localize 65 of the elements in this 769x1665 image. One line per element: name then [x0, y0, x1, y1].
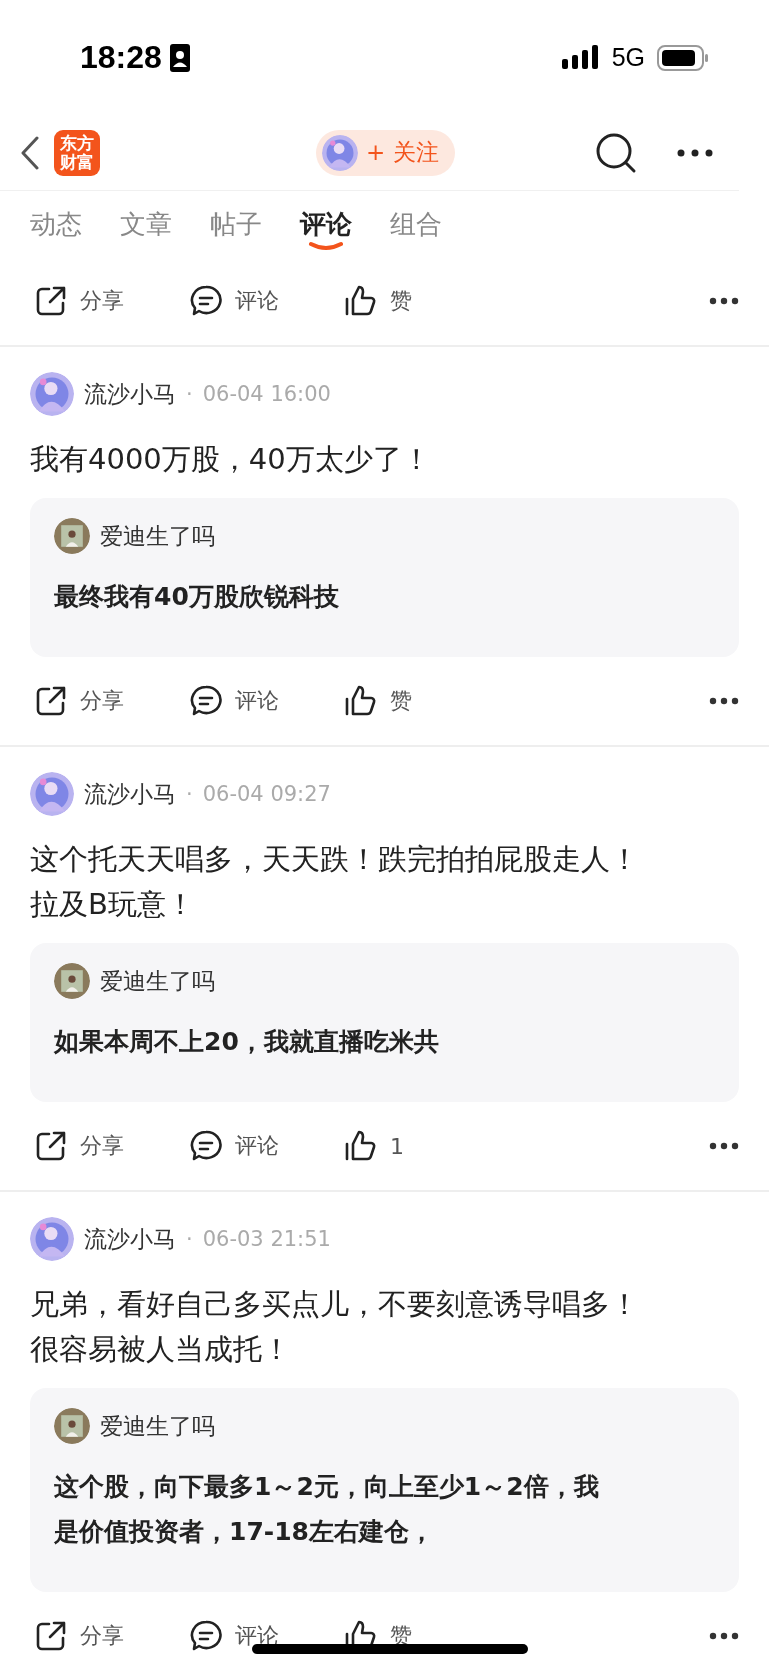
thumbs-up-icon: [344, 1129, 378, 1163]
share-button[interactable]: 分享: [34, 284, 189, 318]
post-time: 06-03 21:51: [202, 1227, 331, 1251]
share-button[interactable]: 分享: [34, 1129, 189, 1163]
separator-dot: ·: [186, 382, 193, 406]
quoted-text: 最终我有40万股欣锐科技: [54, 581, 340, 613]
share-button[interactable]: 分享: [34, 684, 189, 718]
more-icon[interactable]: [709, 697, 739, 705]
author-name[interactable]: 爱迪生了吗: [100, 965, 215, 997]
comment-text: 这个托天天唱多，天天跌！跌完拍拍屁股走人！拉及B玩意！: [30, 841, 640, 923]
avatar[interactable]: [54, 1408, 90, 1444]
share-icon: [34, 1129, 68, 1163]
like-button[interactable]: 赞: [344, 284, 412, 318]
more-icon[interactable]: [709, 297, 739, 305]
avatar[interactable]: [30, 372, 74, 416]
avatar[interactable]: [54, 963, 90, 999]
comment-icon: [189, 1619, 223, 1653]
tab[interactable]: 组合: [390, 191, 442, 257]
author-name[interactable]: 流沙小马: [84, 1223, 176, 1255]
status-time: 18:28: [80, 39, 162, 76]
quoted-text: 如果本周不上20，我就直播吃米共: [54, 1026, 440, 1058]
like-button[interactable]: 赞: [344, 684, 412, 718]
share-button[interactable]: 分享: [34, 1619, 189, 1653]
tab[interactable]: 评论: [300, 191, 352, 257]
more-icon[interactable]: [709, 1632, 739, 1640]
share-icon: [34, 684, 68, 718]
avatar[interactable]: [54, 518, 90, 554]
more-icon[interactable]: [677, 148, 713, 157]
quoted-post[interactable]: 爱迪生了吗 这个股，向下最多1～2元，向上至少1～2倍，我是价值投资者，17-18左右建仓，: [30, 1388, 739, 1592]
share-icon: [34, 284, 68, 318]
author-name[interactable]: 爱迪生了吗: [100, 1410, 215, 1442]
back-icon[interactable]: [20, 135, 40, 170]
comment-icon: [189, 1129, 223, 1163]
tab-indicator: [308, 241, 344, 251]
author-name[interactable]: 流沙小马: [84, 378, 176, 410]
post-time: 06-04 16:00: [202, 382, 331, 406]
author-name[interactable]: 流沙小马: [84, 778, 176, 810]
share-icon: [34, 1619, 68, 1653]
comment-text: 我有4000万股，40万太少了！: [30, 441, 432, 478]
quoted-post[interactable]: 爱迪生了吗 最终我有40万股欣锐科技: [30, 498, 739, 657]
id-card-icon: [169, 43, 190, 72]
thumbs-up-icon: [344, 684, 378, 718]
search-icon[interactable]: [595, 131, 637, 174]
comment-button[interactable]: 评论: [189, 1129, 344, 1163]
comment-text: 兄弟，看好自己多买点儿，不要刻意诱导唱多！很容易被人当成托！: [30, 1286, 640, 1368]
network-label: 5G: [611, 43, 645, 72]
quoted-post[interactable]: 爱迪生了吗 如果本周不上20，我就直播吃米共: [30, 943, 739, 1102]
separator-dot: ·: [186, 1227, 193, 1251]
quoted-text: 这个股，向下最多1～2元，向上至少1～2倍，我是价值投资者，17-18左右建仓，: [54, 1471, 600, 1548]
battery-icon: [657, 44, 709, 71]
tab[interactable]: 动态: [30, 191, 82, 257]
post-time: 06-04 09:27: [202, 782, 331, 806]
thumbs-up-icon: [344, 284, 378, 318]
tab[interactable]: 文章: [120, 191, 172, 257]
avatar[interactable]: [30, 772, 74, 816]
like-button[interactable]: 1: [344, 1129, 404, 1163]
separator-dot: ·: [186, 782, 193, 806]
more-icon[interactable]: [709, 1142, 739, 1150]
tab[interactable]: 帖子: [210, 191, 262, 257]
comment-icon: [189, 684, 223, 718]
author-name[interactable]: 爱迪生了吗: [100, 520, 215, 552]
comment-button[interactable]: 评论: [189, 284, 344, 318]
comment-icon: [189, 284, 223, 318]
avatar[interactable]: [30, 1217, 74, 1261]
comment-button[interactable]: 评论: [189, 684, 344, 718]
